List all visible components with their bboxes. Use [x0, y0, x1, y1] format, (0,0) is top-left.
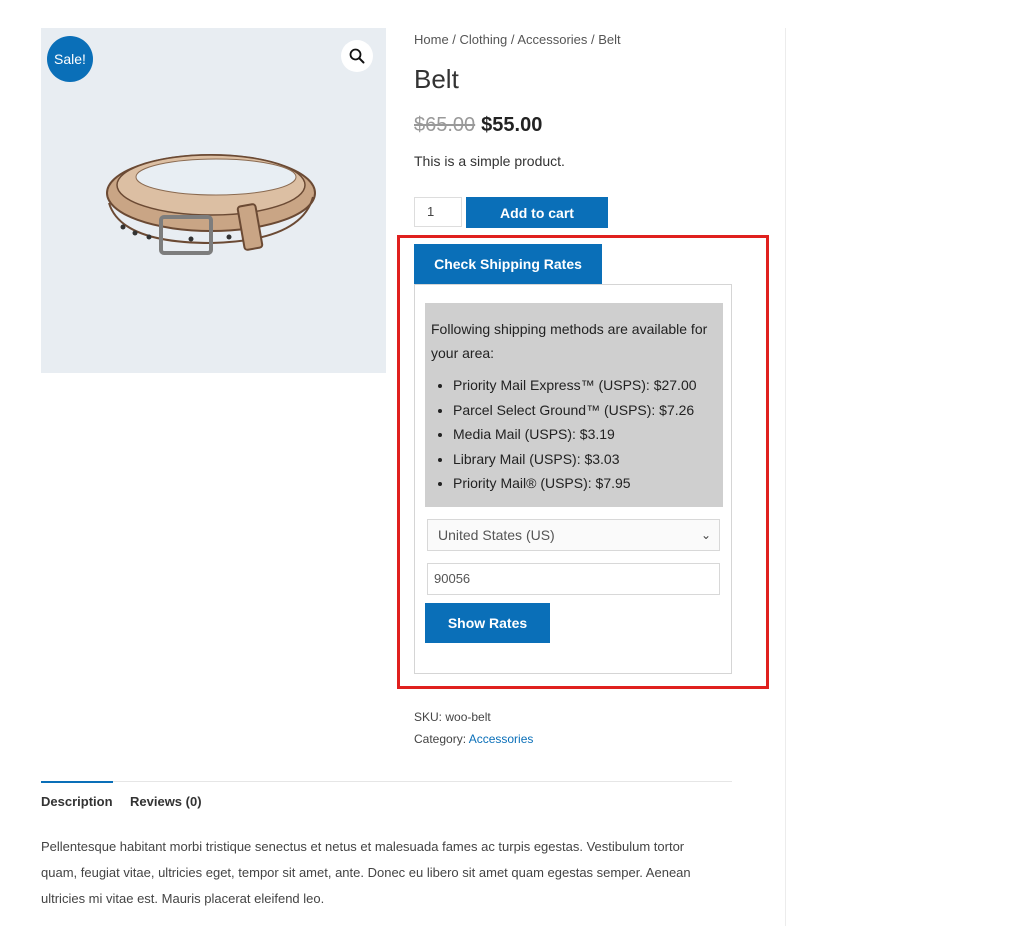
country-select[interactable]: United States (US) ⌄ — [427, 519, 720, 551]
category-link[interactable]: Accessories — [469, 732, 534, 746]
product-gallery[interactable]: Sale! — [41, 28, 386, 373]
country-value: United States (US) — [438, 527, 555, 543]
search-icon — [349, 48, 365, 64]
list-item: Library Mail (USPS): $3.03 — [453, 447, 715, 472]
list-item: Priority Mail Express™ (USPS): $27.00 — [453, 373, 715, 398]
product-price: $65.00 $55.00 — [414, 114, 542, 137]
category-label: Category: — [414, 732, 467, 746]
sale-badge: Sale! — [47, 36, 93, 82]
shipping-methods-box: Following shipping methods are available… — [425, 303, 723, 507]
shipping-rates-panel: Following shipping methods are available… — [414, 284, 732, 674]
shipping-intro: Following shipping methods are available… — [431, 321, 708, 361]
zoom-button[interactable] — [341, 40, 373, 72]
show-rates-button[interactable]: Show Rates — [425, 603, 550, 643]
tabs-divider — [41, 781, 732, 782]
shipping-methods-list: Priority Mail Express™ (USPS): $27.00 Pa… — [431, 373, 715, 496]
product-title: Belt — [414, 64, 459, 94]
check-shipping-rates-button[interactable]: Check Shipping Rates — [414, 244, 602, 284]
description-text: Pellentesque habitant morbi tristique se… — [41, 839, 691, 906]
category-line: Category: Accessories — [414, 728, 533, 750]
sku-line: SKU: woo-belt — [414, 706, 533, 728]
content-divider — [785, 28, 786, 926]
old-price: $65.00 — [414, 114, 476, 136]
add-to-cart-button[interactable]: Add to cart — [466, 197, 608, 228]
active-tab-indicator — [41, 781, 113, 783]
sale-price: $55.00 — [481, 114, 543, 136]
sku-label: SKU: — [414, 710, 443, 724]
tab-reviews[interactable]: Reviews (0) — [130, 794, 202, 809]
belt-image — [106, 154, 316, 255]
tab-description[interactable]: Description — [41, 794, 113, 809]
product-meta: SKU: woo-belt Category: Accessories — [414, 706, 533, 750]
list-item: Parcel Select Ground™ (USPS): $7.26 — [453, 398, 715, 423]
list-item: Media Mail (USPS): $3.19 — [453, 422, 715, 447]
breadcrumb[interactable]: Home / Clothing / Accessories / Belt — [414, 32, 621, 47]
list-item: Priority Mail® (USPS): $7.95 — [453, 471, 715, 496]
short-description: This is a simple product. — [414, 153, 565, 169]
sku-value: woo-belt — [445, 710, 491, 724]
zip-input[interactable]: 90056 — [427, 563, 720, 595]
quantity-input[interactable]: 1 — [414, 197, 462, 227]
chevron-down-icon: ⌄ — [700, 528, 711, 542]
